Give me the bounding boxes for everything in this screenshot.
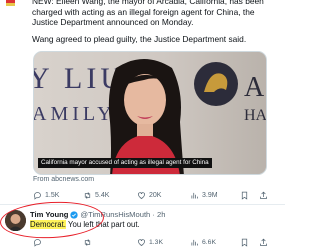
share-icon — [260, 191, 267, 199]
post-text: NEW: Eileen Wang, the mayor of Arcadia, … — [32, 0, 280, 51]
views-icon — [191, 192, 198, 198]
post-text-paragraph-1: NEW: Eileen Wang, the mayor of Arcadia, … — [32, 0, 264, 28]
like-count: 20K — [149, 191, 162, 199]
views-count: 3.9M — [202, 191, 218, 199]
repost-icon — [84, 238, 91, 246]
reply-share-button[interactable] — [259, 236, 271, 248]
reply-reply-button[interactable] — [33, 236, 45, 248]
reply-like-count: 1.3K — [149, 238, 163, 246]
reply-action-bar: 1.3K 6.6K — [33, 236, 273, 248]
post-action-bar: 1.5K 5.4K 20K 3.9M — [33, 189, 273, 201]
like-icon — [138, 238, 145, 246]
like-button[interactable]: 20K — [137, 189, 161, 201]
views-icon — [191, 239, 198, 245]
reply-views-button[interactable]: 6.6K — [190, 236, 216, 248]
media-card[interactable]: Y LIU AMILY A HA California mayor accuse… — [33, 51, 267, 175]
background-text-left2: AMILY — [34, 103, 116, 125]
reply-button[interactable]: 1.5K — [33, 189, 59, 201]
reply-views-count: 6.6K — [202, 238, 216, 246]
media-photo: Y LIU AMILY A HA — [34, 52, 267, 174]
reply-bookmark-button[interactable] — [240, 236, 252, 248]
reply-like-button[interactable]: 1.3K — [137, 236, 163, 248]
views-button[interactable]: 3.9M — [190, 189, 218, 201]
bookmark-icon — [241, 191, 248, 200]
post-text-paragraph-2: Wang agreed to plead guilty, the Justice… — [32, 34, 247, 45]
partial-flag-icon — [6, 0, 15, 6]
share-button[interactable] — [259, 189, 271, 201]
background-text-right: A — [244, 72, 265, 103]
reply-count: 1.5K — [45, 191, 60, 199]
reply-repost-button[interactable] — [83, 236, 95, 248]
repost-button[interactable]: 5.4K — [83, 189, 109, 201]
repost-count: 5.4K — [95, 191, 110, 199]
bookmark-icon — [241, 238, 248, 247]
link-source[interactable]: From abcnews.com — [33, 176, 94, 183]
reply-icon — [34, 238, 41, 247]
background-text-right2: HA — [244, 107, 267, 124]
share-icon — [260, 238, 267, 246]
reply-icon — [34, 191, 41, 200]
like-icon — [138, 191, 145, 199]
media-caption: California mayor accused of acting as il… — [38, 158, 212, 168]
bookmark-button[interactable] — [240, 189, 252, 201]
repost-icon — [84, 191, 91, 199]
